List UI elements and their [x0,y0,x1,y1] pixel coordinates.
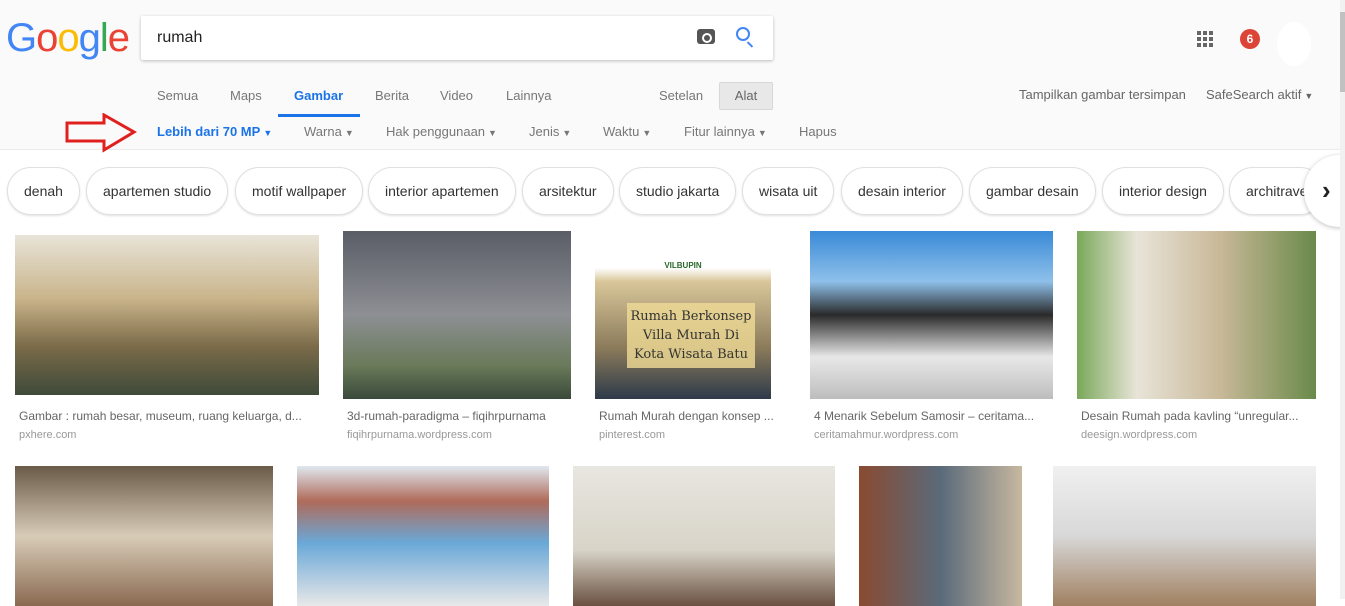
settings-link[interactable]: Setelan [659,88,703,103]
search-input[interactable]: rumah [157,29,202,47]
chip[interactable]: studio jakarta [619,167,737,215]
result-image[interactable] [15,235,319,395]
tab-semua[interactable]: Semua [157,88,198,103]
caret-down-icon: ▼ [263,128,273,138]
result-image[interactable] [859,466,1022,606]
apps-grid-icon[interactable] [1197,31,1213,47]
caret-down-icon: ▼ [642,128,652,138]
clear-filters[interactable]: Hapus [799,124,837,139]
filter-label: Lebih dari 70 MP [157,124,261,139]
filter-label: Fitur lainnya [684,124,755,139]
tab-video[interactable]: Video [440,88,473,103]
result-caption[interactable]: 3d-rumah-paradigma – fiqihrpurnama [347,409,571,423]
filter-label: Hak penggunaan [386,124,486,139]
result-caption[interactable]: Rumah Murah dengan konsep ... [599,409,779,423]
result-image[interactable] [573,466,835,606]
caret-down-icon: ▼ [488,128,497,138]
chip[interactable]: arsitektur [522,167,614,215]
active-tab-indicator [278,114,360,117]
chip[interactable]: interior apartemen [368,167,516,215]
result-image[interactable] [1077,231,1316,399]
result-source: pinterest.com [599,429,666,441]
result-source: fiqihrpurnama.wordpress.com [347,429,492,441]
notification-badge[interactable]: 6 [1240,29,1260,49]
caret-down-icon: ▼ [1304,91,1314,101]
result-caption[interactable]: Gambar : rumah besar, museum, ruang kelu… [19,409,319,423]
tab-maps[interactable]: Maps [230,88,262,103]
scrollbar-thumb[interactable] [1340,12,1345,92]
saved-images-link[interactable]: Tampilkan gambar tersimpan [1019,87,1186,102]
filter-label: Warna [304,124,342,139]
camera-icon[interactable] [697,29,715,44]
result-source: deesign.wordpress.com [1081,429,1198,441]
filter-size[interactable]: Lebih dari 70 MP ▼ [157,124,272,139]
avatar[interactable] [1277,22,1311,66]
image-overlay-text: Rumah Berkonsep Villa Murah Di Kota Wisa… [627,303,755,368]
result-image[interactable] [810,231,1053,399]
tools-button[interactable]: Alat [719,82,773,110]
result-caption[interactable]: Desain Rumah pada kavling “unregular... [1081,409,1316,423]
google-logo[interactable]: Google [6,16,130,61]
tab-gambar[interactable]: Gambar [294,88,343,103]
filter-label: Waktu [603,124,640,139]
safesearch-label: SafeSearch aktif [1206,87,1302,102]
tab-lainnya[interactable]: Lainnya [506,88,552,103]
image-logo-text: VILBUPIN [664,261,702,270]
result-source: pxhere.com [19,429,77,441]
scrollbar[interactable] [1340,0,1345,599]
chip[interactable]: wisata uit [742,167,835,215]
search-icon[interactable] [736,27,750,41]
result-image[interactable] [343,231,571,399]
search-box[interactable]: rumah [141,16,773,60]
caret-down-icon: ▼ [562,128,572,138]
filter-more[interactable]: Fitur lainnya ▼ [684,124,767,139]
filter-type[interactable]: Jenis ▼ [529,124,571,139]
filter-time[interactable]: Waktu ▼ [603,124,651,139]
chip[interactable]: desain interior [841,167,963,215]
caret-down-icon: ▼ [344,128,354,138]
result-image[interactable] [297,466,549,606]
chip[interactable]: denah [7,167,80,215]
result-caption[interactable]: 4 Menarik Sebelum Samosir – ceritama... [814,409,1054,423]
caret-down-icon: ▼ [757,128,767,138]
safesearch-toggle[interactable]: SafeSearch aktif ▼ [1206,87,1313,102]
chip[interactable]: apartemen studio [86,167,229,215]
header: Google rumah Semua Maps Gambar Berita Vi… [0,0,1345,153]
result-image[interactable]: VILBUPIN Rumah Berkonsep Villa Murah Di … [595,231,771,399]
result-image[interactable] [15,466,273,606]
chip[interactable]: gambar desain [969,167,1096,215]
tab-berita[interactable]: Berita [375,88,409,103]
red-arrow-annotation [65,113,137,153]
filter-color[interactable]: Warna ▼ [304,124,354,139]
filter-usage-rights[interactable]: Hak penggunaan ▼ [386,124,497,139]
chip[interactable]: interior design [1102,167,1224,215]
result-source: ceritamahmur.wordpress.com [814,429,959,441]
result-image[interactable] [1053,466,1316,606]
chip[interactable]: motif wallpaper [235,167,364,215]
filter-label: Jenis [529,124,560,139]
chevron-right-icon[interactable]: › [1304,155,1345,227]
